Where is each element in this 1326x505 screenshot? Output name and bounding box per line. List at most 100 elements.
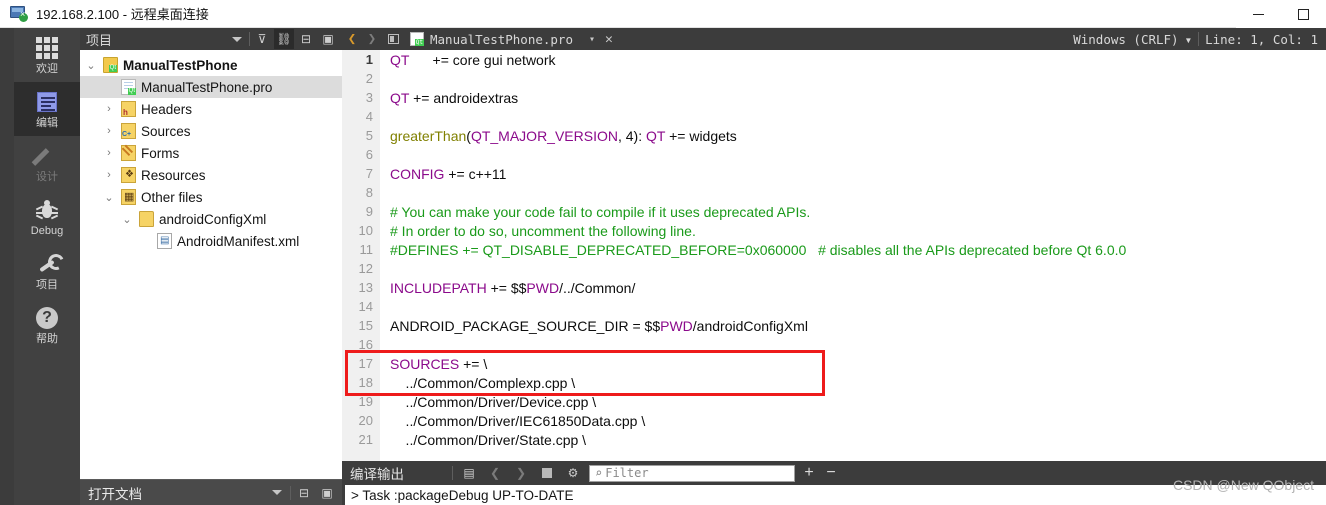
code-token: /androidConfigXml <box>692 317 808 334</box>
line-number: 21 <box>342 430 380 449</box>
next-item-icon[interactable]: ❯ <box>511 463 531 483</box>
panel-dropdown-icon[interactable] <box>227 29 247 49</box>
code-editor[interactable]: 1 QT += core gui network 2 3 QT += androidex… <box>342 50 1326 461</box>
split-editor-icon[interactable] <box>382 34 404 44</box>
open-documents-bar[interactable]: 打开文档 ⊟ ▣ <box>80 479 342 505</box>
chevron-right-icon[interactable]: › <box>102 147 116 159</box>
chevron-right-icon[interactable]: › <box>102 125 116 137</box>
line-number: 15 <box>342 316 380 335</box>
collapse-icon[interactable]: ▣ <box>318 29 338 49</box>
editor-area: ❮ ❯ ManualTestPhone.pro ▾ ✕ Windows (CRL… <box>342 28 1326 505</box>
code-line: 13 INCLUDEPATH += $$PWD/../Common/ <box>342 278 1326 297</box>
zoom-in-button[interactable]: + <box>801 464 817 482</box>
zoom-out-button[interactable]: − <box>823 464 839 482</box>
tree-item-label: Resources <box>141 167 206 183</box>
tree-item-label: AndroidManifest.xml <box>177 233 300 249</box>
tree-item-label: Forms <box>141 145 180 161</box>
split-icon[interactable]: ⊟ <box>294 483 314 503</box>
code-token: += core gui network <box>409 51 556 68</box>
tree-item[interactable]: ⌄ androidConfigXml <box>80 208 342 230</box>
code-line: 4 <box>342 107 1326 126</box>
qt-creator-window: 欢迎 编辑 设计 Debug 项目 ? 帮助 项目 ⊽ ⛓ ⊟ ▣ ⌄ Qt M… <box>0 28 1326 505</box>
mode-edit-label: 编辑 <box>36 116 58 129</box>
link-icon[interactable]: ⛓ <box>274 29 294 49</box>
code-token: += c++11 <box>444 165 507 182</box>
code-line: 11 #DEFINES += QT_DISABLE_DEPRECATED_BEFO… <box>342 240 1326 259</box>
filter-icon[interactable]: ⊽ <box>252 29 272 49</box>
output-filter-placeholder: Filter <box>605 466 649 480</box>
mode-debug[interactable]: Debug <box>14 190 80 244</box>
tree-item-label: ManualTestPhone <box>123 57 238 73</box>
code-line-text: SOURCES += \ <box>380 356 487 372</box>
close-icon[interactable]: ✕ <box>601 32 613 47</box>
wrench-icon <box>34 251 60 277</box>
tree-item[interactable]: ⌄ Other files <box>80 186 342 208</box>
chevron-down-icon[interactable]: ⌄ <box>84 59 98 72</box>
code-token: PWD <box>660 317 693 334</box>
code-token: ../Common/Complexp.cpp \ <box>390 374 576 391</box>
code-token: QT <box>390 89 410 106</box>
chevron-right-icon[interactable]: › <box>102 103 116 115</box>
chevron-down-icon[interactable]: ▾ <box>1185 32 1193 47</box>
mode-design[interactable]: 设计 <box>14 136 80 190</box>
chevron-down-icon[interactable]: ▾ <box>579 34 595 45</box>
maximize-button[interactable] <box>1281 0 1326 28</box>
tree-item[interactable]: ManualTestPhone.pro <box>80 76 342 98</box>
mode-welcome[interactable]: 欢迎 <box>14 28 80 82</box>
remote-desktop-icon <box>10 5 28 22</box>
mode-edit[interactable]: 编辑 <box>14 82 80 136</box>
line-number: 7 <box>342 164 380 183</box>
mode-projects[interactable]: 项目 <box>14 244 80 298</box>
line-number: 20 <box>342 411 380 430</box>
mode-help[interactable]: ? 帮助 <box>14 298 80 352</box>
open-documents-dropdown-icon[interactable] <box>267 483 287 503</box>
chevron-down-icon[interactable]: ⌄ <box>120 213 134 226</box>
editor-tab-label: ManualTestPhone.pro <box>430 31 573 47</box>
other-files-icon <box>121 189 136 205</box>
code-token: QT_MAJOR_VERSION <box>470 127 618 144</box>
open-in-editor-icon[interactable]: ▤ <box>459 463 479 483</box>
code-line: 21 ../Common/Driver/State.cpp \ <box>342 430 1326 449</box>
chevron-down-icon[interactable]: ⌄ <box>102 191 116 204</box>
tree-item[interactable]: › Sources <box>80 120 342 142</box>
line-number: 3 <box>342 88 380 107</box>
code-line: 2 <box>342 69 1326 88</box>
navigate-back-icon[interactable]: ❮ <box>342 31 362 47</box>
code-token: ../Common/Driver/Device.cpp \ <box>390 393 597 410</box>
editor-tab-manualtestphone-pro[interactable]: ManualTestPhone.pro ▾ ✕ <box>404 32 619 47</box>
line-number: 8 <box>342 183 380 202</box>
code-token: ../Common/Driver/IEC61850Data.cpp \ <box>390 412 646 429</box>
resources-icon <box>121 167 136 183</box>
minimize-button[interactable] <box>1236 0 1281 28</box>
project-file-tree[interactable]: ⌄ ManualTestPhone ManualTestPhone.pro › Head… <box>80 50 342 461</box>
prev-item-icon[interactable]: ❮ <box>485 463 505 483</box>
line-number: 17 <box>342 354 380 373</box>
code-line: 7 CONFIG += c++11 <box>342 164 1326 183</box>
line-number: 2 <box>342 69 380 88</box>
line-ending-label[interactable]: Windows (CRLF) <box>1073 32 1178 47</box>
output-filter-input[interactable]: ⌕ Filter <box>589 464 795 482</box>
tree-item[interactable]: AndroidManifest.xml <box>80 230 342 252</box>
tree-item[interactable]: › Headers <box>80 98 342 120</box>
split-icon[interactable]: ⊟ <box>296 29 316 49</box>
tree-item-label: androidConfigXml <box>159 211 267 227</box>
tree-item[interactable]: ⌄ ManualTestPhone <box>80 54 342 76</box>
settings-gear-icon[interactable]: ⚙ <box>563 463 583 483</box>
code-token: ANDROID_PACKAGE_SOURCE_DIR = $$ <box>390 317 661 334</box>
stop-icon[interactable] <box>537 463 557 483</box>
code-line-text: QT += core gui network <box>380 52 556 68</box>
folder-icon <box>139 211 154 227</box>
code-line: 9 # You can make your code fail to compil… <box>342 202 1326 221</box>
code-line: 6 <box>342 145 1326 164</box>
navigate-forward-icon[interactable]: ❯ <box>362 31 382 47</box>
code-token: += \ <box>459 355 488 372</box>
code-line: 18 ../Common/Complexp.cpp \ <box>342 373 1326 392</box>
tree-item-label: Sources <box>141 123 191 139</box>
line-number: 18 <box>342 373 380 392</box>
search-icon: ⌕ <box>595 466 603 480</box>
code-token: /../Common/ <box>559 279 636 296</box>
tree-item[interactable]: › Forms <box>80 142 342 164</box>
chevron-right-icon[interactable]: › <box>102 169 116 181</box>
tree-item[interactable]: › Resources <box>80 164 342 186</box>
minimize-pane-icon[interactable]: ▣ <box>317 483 337 503</box>
